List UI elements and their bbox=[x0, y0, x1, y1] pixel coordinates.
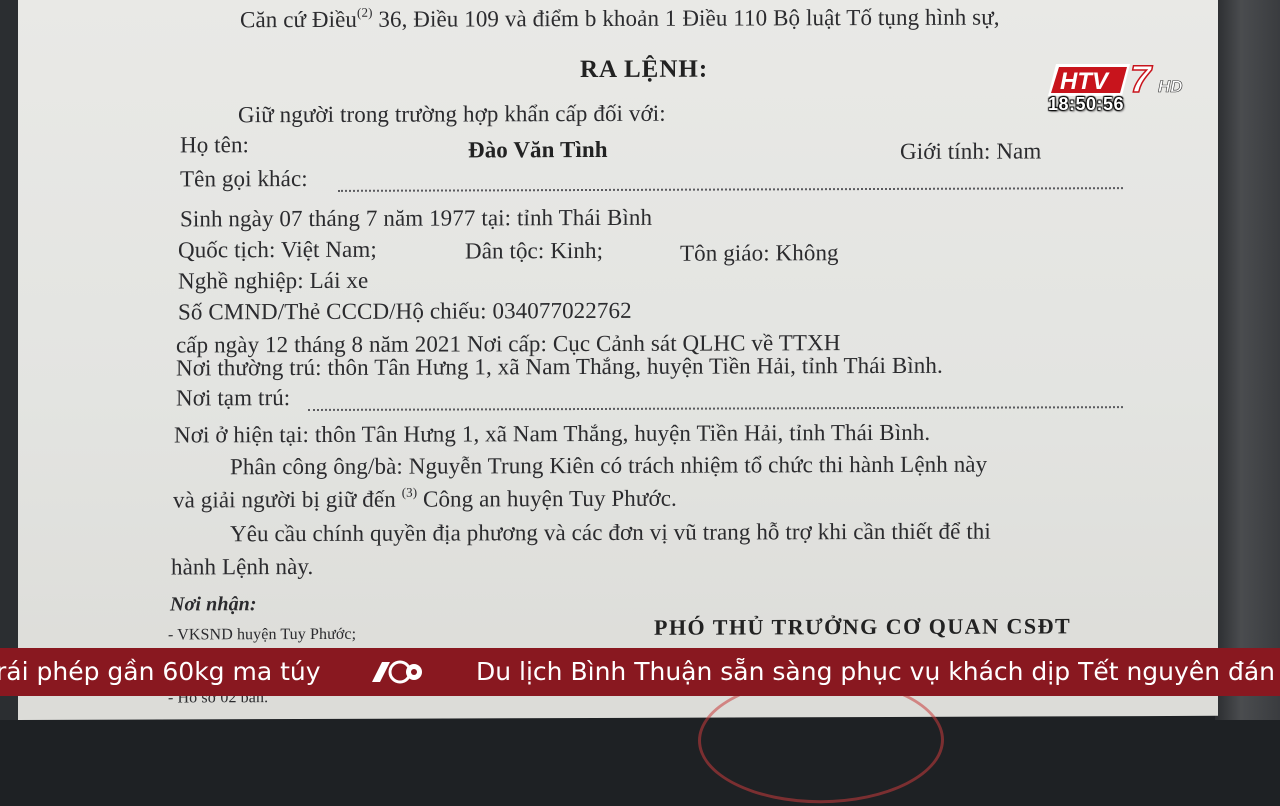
svg-text:HTV: HTV bbox=[1060, 68, 1110, 95]
nationality-field: Quốc tịch: Việt Nam; bbox=[178, 236, 377, 263]
id-number-line: Số CMND/Thẻ CCCD/Hộ chiếu: 034077022762 bbox=[178, 297, 632, 325]
svg-text:HD: HD bbox=[1158, 77, 1183, 96]
intro-line: Giữ người trong trường hợp khẩn cấp đối … bbox=[238, 100, 666, 128]
legal-basis-line: Căn cứ Điều(2) 36, Điều 109 và điểm b kh… bbox=[240, 4, 1000, 33]
request-line-2: hành Lệnh này. bbox=[171, 553, 314, 580]
recipients-label: Nơi nhận: bbox=[170, 593, 257, 616]
name-label: Họ tên: bbox=[180, 132, 250, 158]
alias-dotted-line bbox=[338, 187, 1123, 192]
current-address-line: Nơi ở hiện tại: thôn Tân Hưng 1, xã Nam … bbox=[174, 419, 931, 448]
religion-field: Tôn giáo: Không bbox=[680, 240, 839, 266]
ticker-headline-right: Du lịch Bình Thuận sẵn sàng phục vụ khác… bbox=[476, 657, 1276, 686]
request-line-1: Yêu cầu chính quyền địa phương và các đơ… bbox=[230, 518, 991, 547]
assignment-line-2: và giải người bị giữ đến (3) Công an huy… bbox=[173, 484, 677, 513]
permanent-address-line: Nơi thường trú: thôn Tân Hưng 1, xã Nam … bbox=[176, 352, 943, 381]
ethnicity-field: Dân tộc: Kinh; bbox=[465, 237, 604, 264]
alias-label: Tên gọi khác: bbox=[180, 165, 308, 192]
signature-title: PHÓ THỦ TRƯỞNG CƠ QUAN CSĐT bbox=[654, 613, 1072, 640]
gender-field: Giới tính: Nam bbox=[900, 138, 1042, 164]
background-right bbox=[1215, 0, 1280, 720]
broadcast-clock: 18:50:56 bbox=[1048, 94, 1125, 114]
document-title: RA LỆNH: bbox=[580, 55, 709, 84]
recipient-item: - VKSND huyện Tuy Phước; bbox=[168, 625, 357, 644]
ticker-headline-left: rái phép gần 60kg ma túy bbox=[0, 657, 321, 686]
svg-text:7: 7 bbox=[1130, 62, 1153, 98]
news-ticker: rái phép gần 60kg ma túy Du lịch Bình Th… bbox=[0, 648, 1280, 696]
temporary-address-label: Nơi tạm trú: bbox=[176, 385, 291, 411]
birth-line: Sinh ngày 07 tháng 7 năm 1977 tại: tỉnh … bbox=[180, 204, 653, 232]
ticker-separator-logo-icon bbox=[372, 660, 422, 684]
background-left bbox=[0, 0, 20, 720]
assignment-line-1: Phân công ông/bà: Nguyễn Trung Kiên có t… bbox=[230, 451, 988, 480]
occupation-line: Nghề nghiệp: Lái xe bbox=[178, 267, 369, 294]
temporary-dotted-line bbox=[308, 406, 1123, 411]
document-paper: Căn cứ Điều(2) 36, Điều 109 và điểm b kh… bbox=[18, 0, 1218, 804]
name-value: Đào Văn Tình bbox=[468, 136, 608, 163]
htv7-logo-icon: HTV 7 HD bbox=[1048, 62, 1183, 98]
